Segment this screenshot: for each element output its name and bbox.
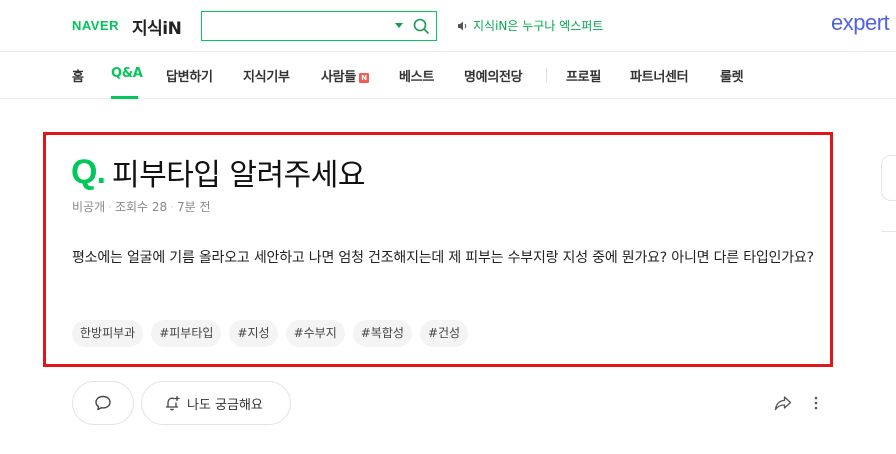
- expert-logo[interactable]: expert: [831, 10, 890, 36]
- question-meta: 비공개 · 조회수 28 · 7분 전: [72, 198, 211, 215]
- kin-logo[interactable]: 지식iN: [132, 14, 182, 39]
- nav-people-label: 사람들: [321, 70, 356, 85]
- curious-button[interactable]: 나도 궁금해요: [141, 381, 291, 425]
- nav-profile[interactable]: 프로필: [566, 66, 601, 85]
- side-divider: [881, 231, 896, 232]
- nav-donate[interactable]: 지식기부: [243, 66, 290, 85]
- tag-item[interactable]: #복합성: [352, 320, 412, 347]
- search-input[interactable]: [208, 16, 388, 36]
- nav-answer[interactable]: 답변하기: [166, 66, 213, 85]
- tag-list: 한방피부과 #피부타입 #지성 #수부지 #복합성 #건성: [72, 320, 469, 347]
- bell-plus-icon: [165, 395, 180, 410]
- header: NAVER 지식iN 지식iN은 누구나 엑스퍼트 expert: [0, 0, 896, 52]
- curious-label: 나도 궁금해요: [187, 397, 263, 413]
- new-badge: N: [358, 73, 369, 83]
- chevron-down-icon[interactable]: [395, 23, 403, 28]
- nav-qna[interactable]: Q&A: [111, 66, 143, 81]
- question-author: 비공개: [72, 200, 106, 214]
- question-body: 평소에는 얼굴에 기름 올라오고 세안하고 나면 엄청 건조해지는데 제 피부는…: [72, 250, 814, 266]
- nav-divider: [546, 68, 547, 82]
- naver-logo[interactable]: NAVER: [72, 18, 119, 33]
- tag-item[interactable]: 한방피부과: [72, 320, 144, 347]
- share-icon[interactable]: [774, 395, 792, 411]
- tag-item[interactable]: #건성: [419, 320, 469, 347]
- nav-people[interactable]: 사람들 N: [321, 66, 369, 85]
- question-mark: Q.: [71, 153, 106, 191]
- question-views: 조회수 28: [114, 200, 168, 214]
- nav-home[interactable]: 홈: [72, 66, 84, 85]
- active-tab-indicator: [111, 96, 138, 99]
- promo-text: 지식iN은 누구나 엑스퍼트: [473, 19, 604, 33]
- nav-partner-center[interactable]: 파트너센터: [630, 66, 689, 85]
- meta-separator: ·: [170, 200, 174, 214]
- speaker-icon: [458, 21, 467, 30]
- tag-item[interactable]: #수부지: [285, 320, 345, 347]
- search-box[interactable]: [201, 11, 437, 41]
- tag-item[interactable]: #지성: [229, 320, 278, 347]
- more-options-icon[interactable]: [812, 395, 820, 411]
- nav-hall-of-fame[interactable]: 명예의전당: [464, 66, 523, 85]
- nav-best[interactable]: 베스트: [399, 66, 434, 85]
- side-panel-edge: [881, 155, 896, 201]
- search-icon[interactable]: [412, 17, 430, 35]
- question-time: 7분 전: [177, 200, 211, 214]
- nav-roulette[interactable]: 룰렛: [720, 66, 744, 85]
- tag-item[interactable]: #피부타입: [151, 320, 222, 347]
- comment-button[interactable]: [72, 381, 134, 425]
- expert-promo-link[interactable]: 지식iN은 누구나 엑스퍼트: [457, 17, 603, 34]
- main-nav: 홈 Q&A 답변하기 지식기부 사람들 N 베스트 명예의전당 프로필 파트너센터…: [0, 52, 896, 99]
- question-title: 피부타입 알려주세요: [112, 158, 365, 193]
- comment-icon: [95, 395, 111, 411]
- meta-separator: ·: [108, 200, 112, 214]
